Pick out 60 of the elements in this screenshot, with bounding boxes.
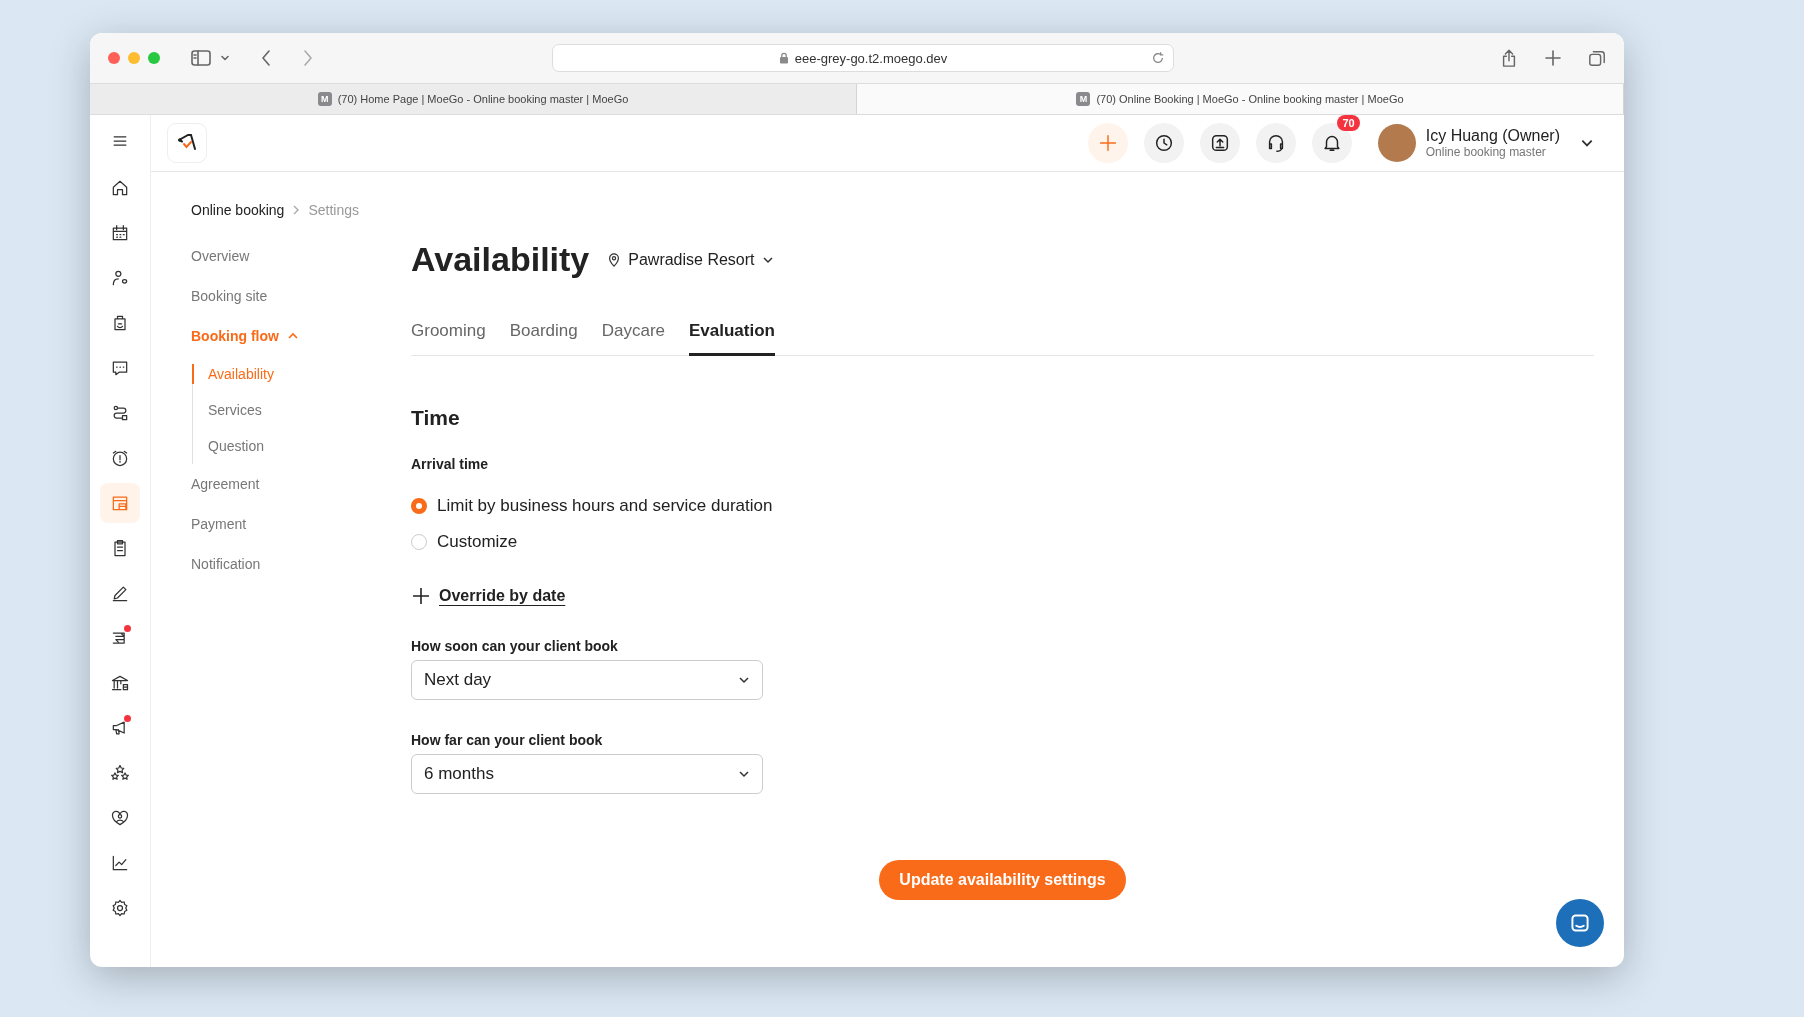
- settings-subnav-item[interactable]: Question: [192, 428, 411, 464]
- share-icon[interactable]: [1500, 49, 1518, 67]
- avatar-placeholder: [1377, 124, 1416, 162]
- person-icon: [110, 268, 130, 288]
- radio-label: Customize: [437, 532, 518, 552]
- breadcrumb-link[interactable]: Online booking: [191, 202, 285, 218]
- settings-nav-item[interactable]: Agreement: [191, 464, 411, 504]
- new-tab-icon[interactable]: [1544, 49, 1562, 67]
- select-field[interactable]: 6 months: [411, 754, 763, 794]
- logo-icon[interactable]: [167, 123, 207, 163]
- browser-tab[interactable]: M (70) Online Booking | MoeGo - Online booking master | MoeGo: [857, 84, 1624, 114]
- home-icon: [110, 178, 130, 198]
- lock-icon: [778, 52, 789, 64]
- radio-option[interactable]: Customize: [411, 532, 518, 552]
- clock-button[interactable]: [1143, 123, 1184, 163]
- user-name: Icy Huang (Owner): [1425, 127, 1560, 145]
- user-role: Online booking master: [1425, 145, 1547, 159]
- sidebar-toggle-icon[interactable]: [190, 49, 212, 67]
- favicon-icon: M: [317, 92, 332, 106]
- chart-icon: [110, 853, 130, 873]
- alarm-clock-icon: [110, 448, 130, 468]
- field-label: How far can your client book: [411, 732, 604, 748]
- field-label: How soon can your client book: [411, 638, 619, 654]
- support-button[interactable]: [1255, 123, 1296, 163]
- service-tab[interactable]: Grooming: [411, 321, 486, 356]
- page-title: Availability: [411, 240, 590, 279]
- field-label: Arrival time: [411, 456, 490, 472]
- address-bar[interactable]: eee-grey-go.t2.moego.dev: [552, 44, 1174, 72]
- chat-button[interactable]: [1556, 899, 1604, 947]
- override-link[interactable]: Override by date: [439, 587, 566, 605]
- upload-button[interactable]: [1199, 123, 1240, 163]
- settings-nav-item[interactable]: Payment: [191, 504, 411, 544]
- settings-nav-item[interactable]: Booking site: [191, 276, 411, 316]
- settings-nav-item[interactable]: Overview: [191, 236, 411, 276]
- location-dropdown[interactable]: Pawradise Resort: [607, 246, 774, 273]
- settings-icon: [110, 898, 130, 918]
- service-tab[interactable]: Boarding: [509, 321, 578, 356]
- tabs-overview-icon[interactable]: [1588, 49, 1606, 67]
- chevron-down-icon: [738, 674, 750, 686]
- stars-icon: [110, 763, 130, 783]
- plus-icon: [411, 586, 431, 606]
- select-field[interactable]: Next day: [411, 660, 763, 700]
- chevron-right-icon: [292, 204, 301, 216]
- section-title: Time: [411, 406, 461, 430]
- settings-nav-item[interactable]: Notification: [191, 544, 411, 584]
- back-icon[interactable]: [260, 49, 272, 67]
- favicon-icon: M: [1076, 92, 1091, 106]
- service-tab[interactable]: Daycare: [601, 321, 665, 356]
- settings-subnav-item[interactable]: Services: [192, 392, 411, 428]
- notification-badge: 70: [1337, 115, 1360, 131]
- service-tab[interactable]: Evaluation: [689, 321, 775, 356]
- heart-icon: [110, 808, 130, 828]
- radio-button[interactable]: [411, 498, 427, 514]
- close-icon[interactable]: [108, 52, 120, 64]
- location-pin-icon: [607, 251, 622, 268]
- bank-icon: [110, 673, 130, 693]
- url-text: eee-grey-go.t2.moego.dev: [794, 50, 948, 66]
- chevron-down-icon: [738, 768, 750, 780]
- reload-icon[interactable]: [1151, 51, 1165, 65]
- calendar-icon: [110, 223, 130, 243]
